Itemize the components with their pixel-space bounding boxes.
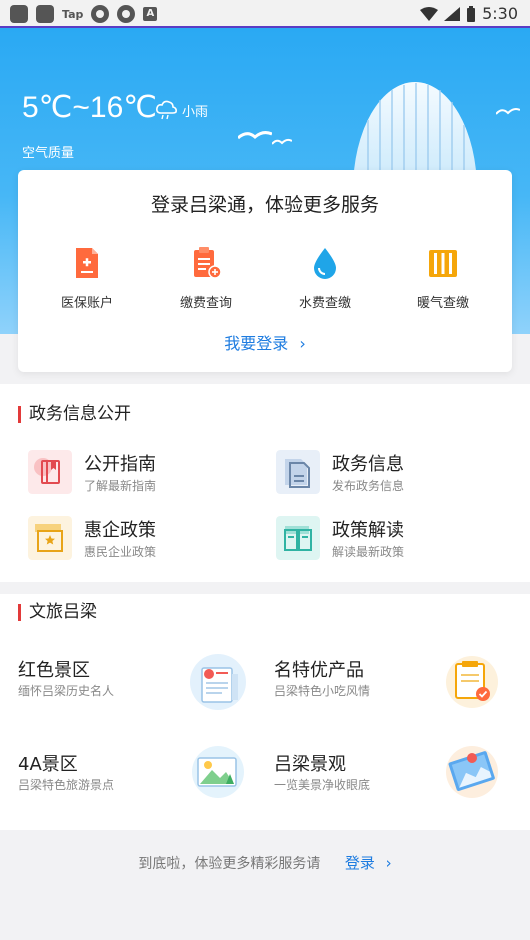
seagull-icon <box>496 108 520 115</box>
open-book-icon <box>276 516 320 560</box>
tour-item-sub: 吕梁特色小吃风情 <box>274 684 371 698</box>
tour-item-specialty-products[interactable]: 名特优产品 吕梁特色小吃风情 <box>274 652 514 722</box>
scenic-landscape-icon <box>192 746 244 798</box>
login-button[interactable]: 我要登录 › <box>18 330 512 354</box>
gov-item-name: 惠企政策 <box>84 520 156 541</box>
tour-item-name: 名特优产品 <box>274 660 364 681</box>
battery-icon <box>467 5 476 22</box>
wifi-icon <box>420 6 439 21</box>
chevron-right-icon: › <box>385 854 392 872</box>
guide-book-icon <box>28 450 72 494</box>
rain-cloud-icon <box>156 100 177 120</box>
medical-account-icon <box>76 248 98 278</box>
settings-icon <box>91 5 110 23</box>
section-title: 政务信息公开 <box>18 406 131 423</box>
footer-login-label: 登录 <box>344 854 375 872</box>
chevron-right-icon: › <box>299 334 306 353</box>
service-water-bill[interactable]: 水费查缴 <box>265 246 385 311</box>
document-icon <box>276 450 320 494</box>
payment-query-icon <box>194 247 222 279</box>
service-label: 缴费查询 <box>179 296 232 311</box>
specialty-products-icon <box>446 656 498 708</box>
login-button-label: 我要登录 <box>224 334 289 353</box>
service-payment-query[interactable]: 缴费查询 <box>146 246 266 311</box>
service-heating-bill[interactable]: 暖气查缴 <box>383 246 503 311</box>
settings-icon <box>117 5 136 23</box>
tour-item-sub: 缅怀吕梁历史名人 <box>18 684 115 698</box>
tour-item-name: 吕梁景观 <box>274 754 346 775</box>
gov-item-name: 政策解读 <box>332 520 404 541</box>
gov-item-sub: 发布政务信息 <box>332 479 405 493</box>
red-scenic-icon <box>190 654 246 710</box>
a-icon: A <box>143 7 158 21</box>
tour-item-sub: 一览美景净收眼底 <box>274 778 371 792</box>
weather-condition-label: 小雨 <box>182 104 209 120</box>
footer: 到底啦，体验更多精彩服务请 登录 › <box>0 852 530 873</box>
seagull-icon <box>272 138 292 145</box>
status-bar: Tap A 5:30 <box>0 0 530 28</box>
clock: 5:30 <box>482 4 518 23</box>
signal-icon <box>444 6 461 21</box>
tour-item-name: 红色景区 <box>18 660 90 681</box>
tour-item-luliang-landscape[interactable]: 吕梁景观 一览美景净收眼底 <box>274 746 514 816</box>
notification-icon <box>36 5 54 23</box>
gov-item-guide[interactable]: 公开指南 了解最新指南 <box>28 450 258 502</box>
gov-item-name: 公开指南 <box>84 454 156 475</box>
air-quality-label[interactable]: 空气质量 <box>22 142 74 161</box>
tourism-section: 文旅吕梁 红色景区 缅怀吕梁历史名人 名特优产品 吕梁特色小吃风情 4A景区 吕… <box>0 594 530 830</box>
gov-item-business-policy[interactable]: 惠企政策 惠民企业政策 <box>28 516 258 568</box>
tour-item-4a-scenic[interactable]: 4A景区 吕梁特色旅游景点 <box>18 746 258 816</box>
gov-item-name: 政务信息 <box>332 454 404 475</box>
tap-icon: Tap <box>62 7 84 21</box>
footer-login-link[interactable]: 登录 › <box>345 854 392 872</box>
gov-item-policy-reading[interactable]: 政策解读 解读最新政策 <box>276 516 506 568</box>
service-medical-account[interactable]: 医保账户 <box>27 246 147 311</box>
weather-condition: 小雨 <box>156 100 208 120</box>
gov-item-sub: 解读最新政策 <box>332 545 405 559</box>
gov-item-sub: 惠民企业政策 <box>84 545 157 559</box>
seagull-icon <box>238 131 272 140</box>
gov-item-sub: 了解最新指南 <box>84 479 157 493</box>
footer-text: 到底啦，体验更多精彩服务请 <box>138 856 321 872</box>
tour-item-sub: 吕梁特色旅游景点 <box>18 778 115 792</box>
notification-icon <box>10 5 28 23</box>
tour-item-red-scenic[interactable]: 红色景区 缅怀吕梁历史名人 <box>18 652 258 722</box>
section-title: 文旅吕梁 <box>18 604 97 621</box>
water-drop-icon <box>314 248 336 279</box>
login-card: 登录吕梁通，体验更多服务 医保账户 缴费查询 水费查缴 暖气查缴 我要登录 › <box>18 170 512 372</box>
service-label: 医保账户 <box>60 296 113 311</box>
gov-item-info[interactable]: 政务信息 发布政务信息 <box>276 450 506 502</box>
temperature-range: 5℃~16℃ <box>22 91 157 124</box>
tour-item-name: 4A景区 <box>18 754 78 775</box>
gov-info-section: 政务信息公开 公开指南 了解最新指南 政务信息 发布政务信息 惠企政策 惠民企业… <box>0 384 530 582</box>
star-folder-icon <box>28 516 72 560</box>
service-label: 暖气查缴 <box>416 296 469 311</box>
landscape-photo-icon <box>446 746 498 798</box>
radiator-icon <box>429 250 457 277</box>
login-card-title: 登录吕梁通，体验更多服务 <box>150 194 379 216</box>
service-label: 水费查缴 <box>298 296 351 311</box>
